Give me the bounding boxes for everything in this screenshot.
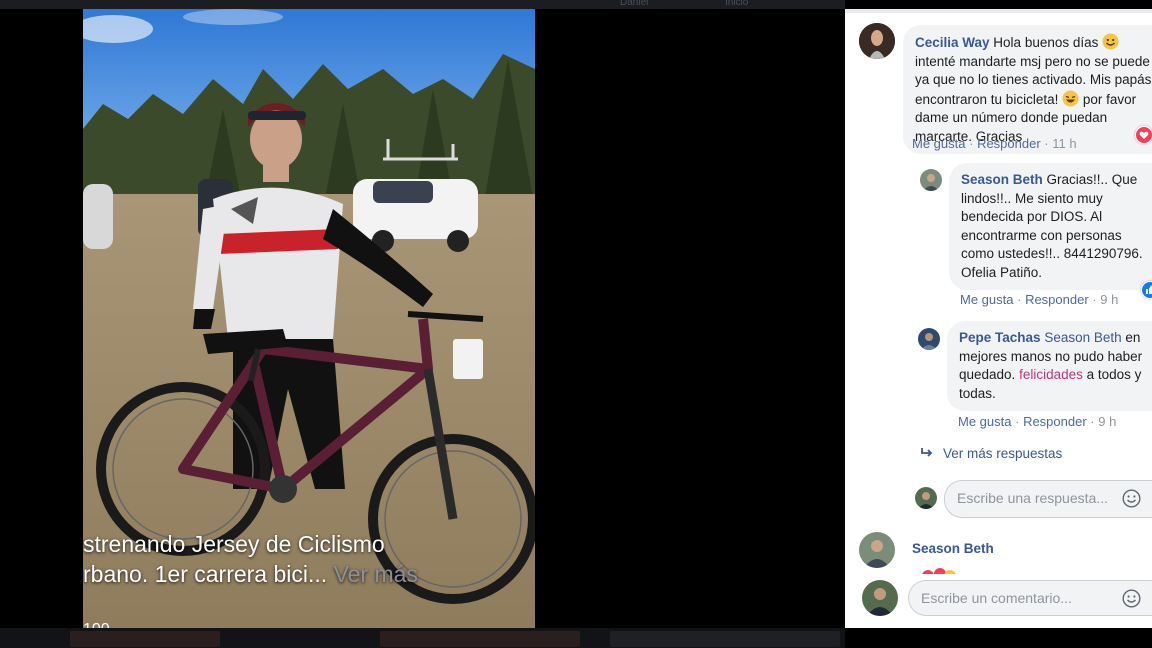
post-photo[interactable]: strenando Jersey de Ciclismo rbano. 1er …: [83, 9, 535, 628]
highlighted-word[interactable]: felicidades: [1019, 367, 1083, 382]
reply-actions: Me gusta · Responder · 9 h: [960, 292, 1119, 307]
reaction-count: 100: [83, 621, 110, 628]
comment-bubble: Cecilia Way Hola buenos días intenté man…: [903, 25, 1152, 154]
caption-line-1: strenando Jersey de Ciclismo: [83, 531, 385, 557]
comment-actions: Me gusta · Responder · 11 h: [912, 136, 1077, 151]
smiley-icon[interactable]: [1122, 589, 1141, 608]
laughing-emoji-icon: [1062, 90, 1079, 106]
current-user-avatar-icon: [862, 580, 898, 616]
header-blur-right: Inicio: [725, 0, 749, 8]
avatar: [915, 487, 937, 509]
comment-text: Hola buenos días: [989, 35, 1103, 50]
panel-top-edge: [845, 9, 1152, 13]
comment-input-placeholder: Escribe un comentario...: [921, 590, 1072, 606]
reply-author[interactable]: Season Beth: [961, 172, 1043, 187]
like-link[interactable]: Me gusta: [960, 292, 1013, 307]
season-beth-avatar-icon: [859, 532, 895, 568]
smiling-emoji-icon: [1102, 33, 1119, 50]
comments-panel: Cecilia Way Hola buenos días intenté man…: [845, 9, 1152, 628]
avatar: [862, 580, 898, 616]
footer-block: [70, 631, 220, 647]
post-caption: strenando Jersey de Ciclismo rbano. 1er …: [83, 529, 535, 589]
pepe-tachas-avatar-icon: [918, 328, 940, 350]
reply-link[interactable]: Responder: [1023, 414, 1087, 429]
footer-block: [380, 631, 580, 647]
avatar[interactable]: [920, 169, 942, 191]
reply-arrow-icon: [921, 448, 933, 457]
current-user-avatar-icon: [915, 487, 937, 509]
reply-bubble: Season Beth Gracias!!.. Que lindos!!.. M…: [949, 163, 1152, 290]
cecilia-avatar-icon: [859, 23, 895, 59]
footer-block: [610, 631, 840, 647]
avatar[interactable]: [859, 532, 895, 568]
reply-timestamp[interactable]: 9 h: [1100, 292, 1118, 307]
like-reaction-icon[interactable]: [1141, 281, 1152, 299]
avatar[interactable]: [918, 328, 940, 350]
caption-line-2: rbano. 1er carrera bici...: [83, 561, 328, 587]
page-header-blurred: Daniel Inicio: [0, 0, 845, 9]
smiley-icon[interactable]: [1122, 489, 1141, 508]
reply-author[interactable]: Pepe Tachas: [959, 330, 1041, 345]
comment-author[interactable]: Cecilia Way: [915, 35, 990, 50]
reply-link[interactable]: Responder: [1025, 292, 1089, 307]
heart-reaction-icon[interactable]: [1135, 126, 1152, 144]
header-blur-left: Daniel: [620, 0, 649, 8]
mention-link[interactable]: Season Beth: [1044, 330, 1121, 345]
reply-bubble: Pepe Tachas Season Beth en mejores manos…: [947, 321, 1152, 411]
page-footer-blurred: [0, 628, 845, 648]
reaction-summary[interactable]: 100: [83, 621, 110, 628]
reply-link[interactable]: Responder: [977, 136, 1041, 151]
lightbox: Daniel Inicio strenando Jersey de Ciclis…: [0, 0, 1152, 648]
more-replies-label: Ver más respuestas: [943, 446, 1063, 461]
more-replies-link[interactable]: Ver más respuestas: [920, 446, 1062, 461]
reply-input[interactable]: Escribe una respuesta...: [944, 480, 1152, 518]
see-more-link[interactable]: Ver más: [334, 561, 418, 587]
season-beth-avatar-icon: [920, 169, 942, 191]
like-link[interactable]: Me gusta: [912, 136, 965, 151]
reply-actions: Me gusta · Responder · 9 h: [958, 414, 1117, 429]
comment-author[interactable]: Season Beth: [912, 541, 994, 556]
comment-timestamp[interactable]: 11 h: [1052, 136, 1076, 151]
reaction-icons-peek: [922, 568, 956, 574]
reply-timestamp[interactable]: 9 h: [1098, 414, 1116, 429]
reply-text: Gracias!!.. Que lindos!!.. Me siento muy…: [961, 172, 1143, 280]
avatar[interactable]: [859, 23, 895, 59]
like-link[interactable]: Me gusta: [958, 414, 1011, 429]
reply-input-placeholder: Escribe una respuesta...: [957, 490, 1108, 506]
comment-input[interactable]: Escribe un comentario...: [908, 580, 1152, 616]
